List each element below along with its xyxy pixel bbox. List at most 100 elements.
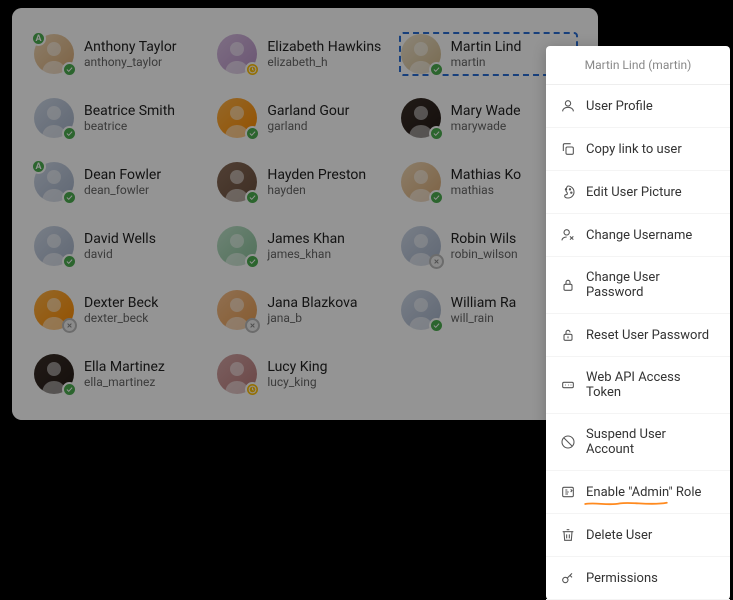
user-grid: AAnthony Tayloranthony_taylorElizabeth H… [32, 32, 578, 396]
user-card[interactable]: Dexter Beckdexter_beck [32, 288, 211, 332]
menu-label: User Profile [586, 99, 653, 114]
status-badge [429, 318, 444, 333]
user-display-name: Hayden Preston [267, 167, 366, 183]
user-info: Hayden Prestonhayden [267, 167, 366, 197]
user-display-name: Elizabeth Hawkins [267, 39, 381, 55]
avatar [401, 162, 441, 202]
user-card[interactable]: AAnthony Tayloranthony_taylor [32, 32, 211, 76]
menu-suspend-user[interactable]: Suspend User Account [546, 414, 730, 471]
user-username: jana_b [267, 311, 357, 325]
reset-icon [560, 327, 576, 343]
status-badge [245, 318, 260, 333]
user-username: robin_wilson [451, 247, 518, 261]
username-icon [560, 227, 576, 243]
user-card[interactable]: Elizabeth Hawkinselizabeth_h [215, 32, 394, 76]
user-card[interactable]: Garland Gourgarland [215, 96, 394, 140]
avatar [217, 290, 257, 330]
status-badge [245, 254, 260, 269]
status-badge [245, 190, 260, 205]
user-info: Ella Martinezella_martinez [84, 359, 165, 389]
user-display-name: Lucy King [267, 359, 327, 375]
user-card[interactable]: Beatrice Smithbeatrice [32, 96, 211, 140]
user-info: Mary Wademarywade [451, 103, 521, 133]
user-card[interactable]: David Wellsdavid [32, 224, 211, 268]
avatar [34, 226, 74, 266]
picture-icon [560, 184, 576, 200]
user-info: Jana Blazkovajana_b [267, 295, 357, 325]
user-context-menu: Martin Lind (martin) User Profile Copy l… [546, 46, 730, 600]
user-display-name: Mathias Ko [451, 167, 521, 183]
menu-label: Suspend User Account [586, 427, 716, 457]
menu-label: Delete User [586, 528, 652, 543]
key-icon [560, 570, 576, 586]
menu-label: Change User Password [586, 270, 716, 300]
user-username: dean_fowler [84, 183, 161, 197]
avatar [401, 226, 441, 266]
admin-badge: A [31, 159, 46, 174]
user-display-name: Jana Blazkova [267, 295, 357, 311]
user-username: will_rain [451, 311, 517, 325]
user-info: Dean Fowlerdean_fowler [84, 167, 161, 197]
menu-label: Permissions [586, 571, 658, 586]
menu-copy-link[interactable]: Copy link to user [546, 128, 730, 171]
status-badge [62, 126, 77, 141]
user-info: David Wellsdavid [84, 231, 156, 261]
user-info: Lucy Kinglucy_king [267, 359, 327, 389]
menu-web-api-token[interactable]: Web API Access Token [546, 357, 730, 414]
user-display-name: Dexter Beck [84, 295, 158, 311]
user-username: dexter_beck [84, 311, 158, 325]
user-username: mathias [451, 183, 521, 197]
user-username: james_khan [267, 247, 345, 261]
user-display-name: Dean Fowler [84, 167, 161, 183]
menu-delete-user[interactable]: Delete User [546, 514, 730, 557]
menu-reset-password[interactable]: Reset User Password [546, 314, 730, 357]
menu-enable-admin[interactable]: Enable "Admin" Role [546, 471, 730, 514]
user-display-name: Mary Wade [451, 103, 521, 119]
user-icon [560, 98, 576, 114]
user-card[interactable]: James Khanjames_khan [215, 224, 394, 268]
status-badge [245, 126, 260, 141]
user-info: William Rawill_rain [451, 295, 517, 325]
user-card[interactable]: A Dean Fowlerdean_fowler [32, 160, 211, 204]
avatar [34, 290, 74, 330]
menu-edit-picture[interactable]: Edit User Picture [546, 171, 730, 214]
user-display-name: Garland Gour [267, 103, 349, 119]
avatar [401, 34, 441, 74]
menu-permissions[interactable]: Permissions [546, 557, 730, 600]
user-card[interactable]: Lucy Kinglucy_king [215, 352, 394, 396]
avatar [217, 98, 257, 138]
user-display-name: David Wells [84, 231, 156, 247]
user-card[interactable]: Hayden Prestonhayden [215, 160, 394, 204]
user-card[interactable]: Jana Blazkovajana_b [215, 288, 394, 332]
menu-label: Edit User Picture [586, 185, 682, 200]
status-badge [62, 62, 77, 77]
user-info: Elizabeth Hawkinselizabeth_h [267, 39, 381, 69]
menu-change-password[interactable]: Change User Password [546, 257, 730, 314]
menu-user-profile[interactable]: User Profile [546, 85, 730, 128]
user-info: Mathias Komathias [451, 167, 521, 197]
token-icon [560, 377, 576, 393]
menu-label: Copy link to user [586, 142, 682, 157]
user-info: Garland Gourgarland [267, 103, 349, 133]
status-badge [429, 126, 444, 141]
copy-icon [560, 141, 576, 157]
user-username: anthony_taylor [84, 55, 177, 69]
avatar [401, 98, 441, 138]
status-badge [429, 254, 444, 269]
user-card[interactable]: Ella Martinezella_martinez [32, 352, 211, 396]
user-display-name: Beatrice Smith [84, 103, 175, 119]
menu-change-username[interactable]: Change Username [546, 214, 730, 257]
user-panel: AAnthony Tayloranthony_taylorElizabeth H… [12, 8, 598, 420]
user-username: david [84, 247, 156, 261]
user-info: Beatrice Smithbeatrice [84, 103, 175, 133]
user-display-name: William Ra [451, 295, 517, 311]
status-badge [62, 254, 77, 269]
avatar: A [34, 162, 74, 202]
admin-icon [560, 484, 576, 500]
menu-label: Enable "Admin" Role [586, 485, 701, 500]
avatar [401, 290, 441, 330]
user-username: ella_martinez [84, 375, 165, 389]
user-display-name: Robin Wils [451, 231, 518, 247]
status-badge [62, 382, 77, 397]
user-info: Anthony Tayloranthony_taylor [84, 39, 177, 69]
